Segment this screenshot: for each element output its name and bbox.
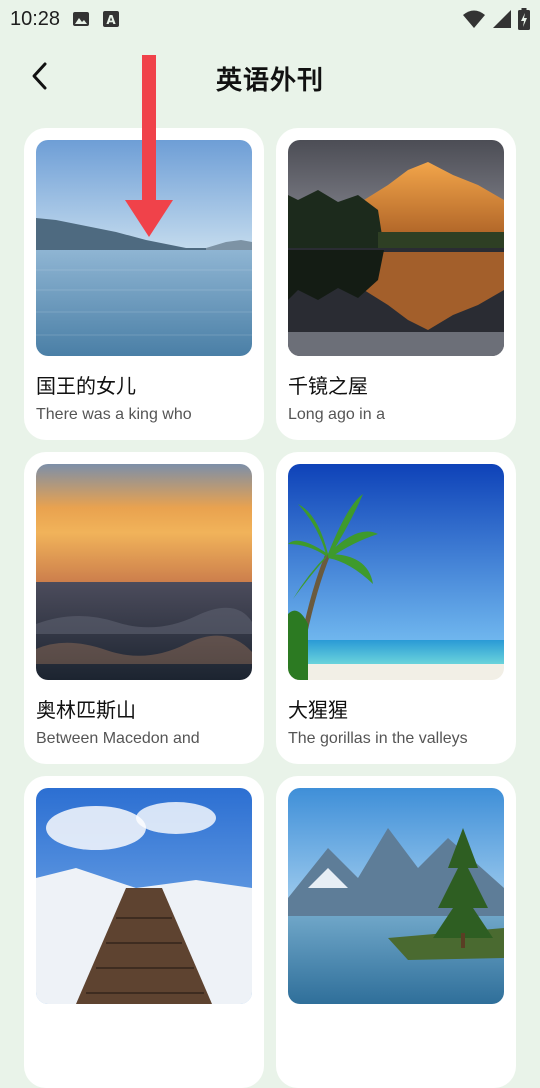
article-thumbnail-ocean-sunset bbox=[36, 464, 252, 680]
article-title: 国王的女儿 bbox=[36, 374, 136, 398]
svg-text:A: A bbox=[106, 13, 116, 27]
article-card[interactable]: 奥林匹斯山 Between Macedon and bbox=[24, 452, 264, 764]
article-grid: 国王的女儿 There was a king who 千镜之屋 Long ago… bbox=[24, 128, 516, 1088]
article-excerpt: The gorillas in the valleys bbox=[288, 730, 468, 747]
article-thumbnail-alpine-lake-tree bbox=[288, 788, 504, 1004]
image-icon bbox=[72, 10, 90, 28]
signal-icon bbox=[492, 9, 512, 29]
page-title: 英语外刊 bbox=[215, 66, 324, 96]
wifi-icon bbox=[462, 9, 486, 29]
status-bar: 10:28 A bbox=[0, 0, 540, 38]
status-right bbox=[462, 8, 530, 30]
article-card[interactable] bbox=[24, 776, 264, 1088]
article-excerpt: Long ago in a bbox=[288, 406, 385, 423]
article-title: 千镜之屋 bbox=[288, 374, 368, 398]
article-thumbnail-mountain-reflection bbox=[288, 140, 504, 356]
article-thumbnail-tropical-beach bbox=[288, 464, 504, 680]
article-excerpt: Between Macedon and bbox=[36, 730, 200, 747]
article-thumbnail-lake-mountain bbox=[36, 140, 252, 356]
text-a-icon: A bbox=[102, 10, 120, 28]
article-title: 奥林匹斯山 bbox=[36, 698, 136, 722]
article-excerpt: There was a king who bbox=[36, 406, 192, 423]
status-time: 10:28 bbox=[10, 7, 61, 30]
article-card[interactable]: 千镜之屋 Long ago in a bbox=[276, 128, 516, 440]
article-title: 大猩猩 bbox=[288, 698, 348, 722]
header: 英语外刊 bbox=[0, 50, 540, 108]
status-left: 10:28 A bbox=[10, 8, 120, 31]
article-card[interactable]: 国王的女儿 There was a king who bbox=[24, 128, 264, 440]
article-card[interactable] bbox=[276, 776, 516, 1088]
battery-icon bbox=[518, 8, 530, 30]
article-card[interactable]: 大猩猩 The gorillas in the valleys bbox=[276, 452, 516, 764]
article-thumbnail-snowy-boardwalk bbox=[36, 788, 252, 1004]
